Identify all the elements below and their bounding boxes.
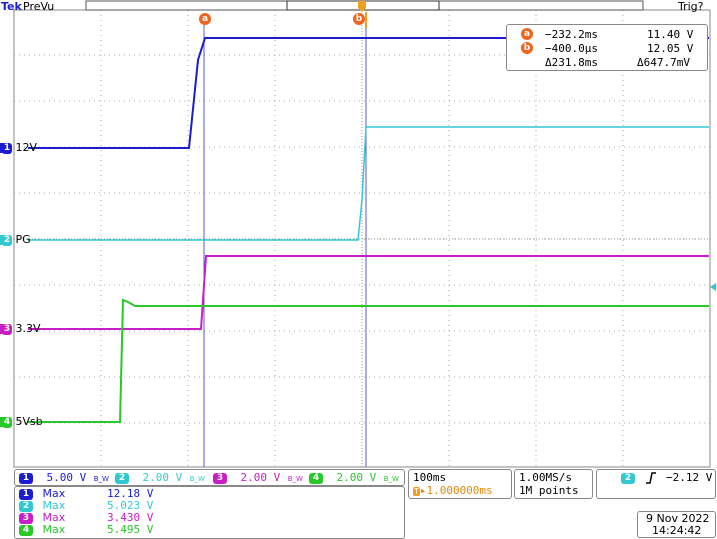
cursor-a-value: 11.40 V: [647, 28, 694, 41]
measurement-row[interactable]: 4 Max: [19, 523, 65, 536]
timebase-position-value: ▸1.000000ms: [419, 484, 493, 497]
timebase-scale: 100ms: [413, 471, 447, 484]
cursor-a-badge[interactable]: a: [199, 13, 211, 25]
cursor-b-badge[interactable]: b: [353, 13, 365, 25]
trigger-readout: 2 −2.12 V: [621, 471, 712, 484]
meas4-name: Max: [42, 523, 66, 536]
trigger-level-marker[interactable]: [710, 283, 716, 291]
cursor-delta-value: Δ647.7mV: [637, 56, 690, 69]
ch4-label: 4 5Vsb: [2, 415, 43, 428]
ch1-bw-icon: B_W: [93, 475, 109, 483]
trigger-channel-icon: 2: [621, 472, 635, 484]
waveform-display: [0, 0, 716, 468]
ch4-bw-icon: B_W: [383, 475, 399, 483]
trigger-position-icon: T: [413, 487, 420, 496]
ch2-waveform: [28, 126, 709, 241]
meas4-channel-icon: 4: [19, 524, 33, 536]
ch1-scale[interactable]: 1 5.00 V B_W: [19, 471, 109, 486]
time-text: 14:24:42: [652, 524, 702, 537]
ch1-scale-icon: 1: [19, 472, 33, 484]
ch3-bw-icon: B_W: [287, 475, 303, 483]
ch3-scale[interactable]: 3 2.00 V B_W: [213, 471, 303, 486]
ch1-number-icon: 1: [2, 142, 12, 154]
trigger-panel[interactable]: 2 −2.12 V: [596, 469, 716, 499]
oscilloscope-screen: Tek PreVu Trig? a b a −232.2ms 11.40 V b…: [0, 0, 717, 539]
cursor-b-readout-badge: b: [521, 42, 533, 54]
meas3-channel-icon: 3: [19, 512, 33, 524]
meas4-value: 5.495 V: [107, 523, 154, 536]
rising-edge-icon: [645, 472, 656, 484]
trigger-status: Trig?: [678, 0, 704, 13]
ch2-scale-icon: 2: [115, 472, 129, 484]
ch1-label-text: 12V: [15, 141, 38, 154]
measurements-panel: 1 Max 12.18 V 2 Max 5.023 V 3 Max 3.430 …: [14, 486, 405, 539]
ch2-scale[interactable]: 2 2.00 V B_W: [115, 471, 205, 486]
cursor-a-time: −232.2ms: [545, 28, 598, 41]
acquisition-mode: PreVu: [23, 0, 55, 13]
cursor-delta-time: Δ231.8ms: [545, 56, 598, 69]
ch1-scale-value: 5.00 V: [46, 471, 87, 484]
ch2-label: 2 PG: [2, 233, 31, 246]
ch4-label-text: 5Vsb: [15, 415, 43, 428]
ch3-label-text: 3.3V: [15, 322, 41, 335]
ch3-scale-icon: 3: [213, 472, 227, 484]
ch1-label: 1 12V: [2, 141, 37, 154]
channel-scale-bar: 1 5.00 V B_W 2 2.00 V B_W 3 2.00 V B_W 4…: [14, 469, 405, 486]
timebase-panel[interactable]: 100ms T▸1.000000ms: [408, 469, 512, 499]
ch4-scale-icon: 4: [309, 472, 323, 484]
ch2-number-icon: 2: [2, 234, 12, 246]
ch4-waveform: [28, 298, 709, 423]
record-length: 1M points: [519, 484, 579, 497]
graticule-center: [14, 10, 710, 467]
cursor-readout-panel: a −232.2ms 11.40 V b −400.0µs 12.05 V Δ2…: [506, 24, 708, 71]
meas2-channel-icon: 2: [19, 500, 33, 512]
cursor-a-readout-badge: a: [521, 28, 533, 40]
ch3-scale-value: 2.00 V: [240, 471, 281, 484]
ch4-scale-value: 2.00 V: [336, 471, 377, 484]
ch3-waveform: [28, 255, 709, 330]
ch2-label-text: PG: [15, 233, 31, 246]
sample-rate: 1.00MS/s: [519, 471, 572, 484]
meas1-channel-icon: 1: [19, 488, 33, 500]
timebase-position: T▸1.000000ms: [413, 484, 493, 498]
ch2-bw-icon: B_W: [189, 475, 205, 483]
brand-logo: Tek: [1, 0, 22, 13]
cursor-b-time: −400.0µs: [545, 42, 598, 55]
trigger-level-value: −2.12 V: [666, 471, 713, 484]
ch2-scale-value: 2.00 V: [142, 471, 183, 484]
ch3-number-icon: 3: [2, 323, 12, 335]
ch4-number-icon: 4: [2, 416, 12, 428]
ch4-scale[interactable]: 4 2.00 V B_W: [309, 471, 399, 486]
datetime-panel: 9 Nov 2022 14:24:42: [637, 511, 716, 538]
ch3-label: 3 3.3V: [2, 322, 41, 335]
cursor-b-value: 12.05 V: [647, 42, 694, 55]
acquisition-panel[interactable]: 1.00MS/s 1M points: [514, 469, 593, 499]
